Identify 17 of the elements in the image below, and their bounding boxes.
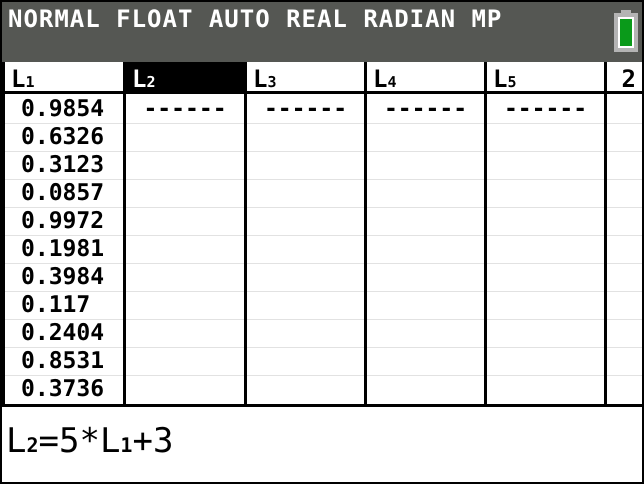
- table-cell: ------: [504, 96, 588, 123]
- table-cell: 0.3123: [21, 152, 104, 179]
- table-cell: 0.8531: [21, 348, 104, 375]
- table-cell: 0.3736: [21, 376, 104, 403]
- table-cell: 0.117: [21, 292, 90, 319]
- table-cell: 0.9972: [21, 208, 104, 235]
- table-cell: 0.3984: [21, 264, 104, 291]
- table-cell: ------: [264, 96, 348, 123]
- mode-status-text: NORMAL FLOAT AUTO REAL RADIAN MP: [8, 4, 502, 34]
- table-cell: ------: [384, 96, 468, 123]
- table-cell: 0.9854: [21, 96, 104, 123]
- battery-icon: [614, 10, 638, 52]
- table-cell: 0.6326: [21, 124, 104, 151]
- table-cell: ------: [143, 96, 227, 123]
- table-cell: 0.1981: [21, 236, 104, 263]
- table-cell: 0.0857: [21, 180, 104, 207]
- table-cell: 0.2404: [21, 320, 104, 347]
